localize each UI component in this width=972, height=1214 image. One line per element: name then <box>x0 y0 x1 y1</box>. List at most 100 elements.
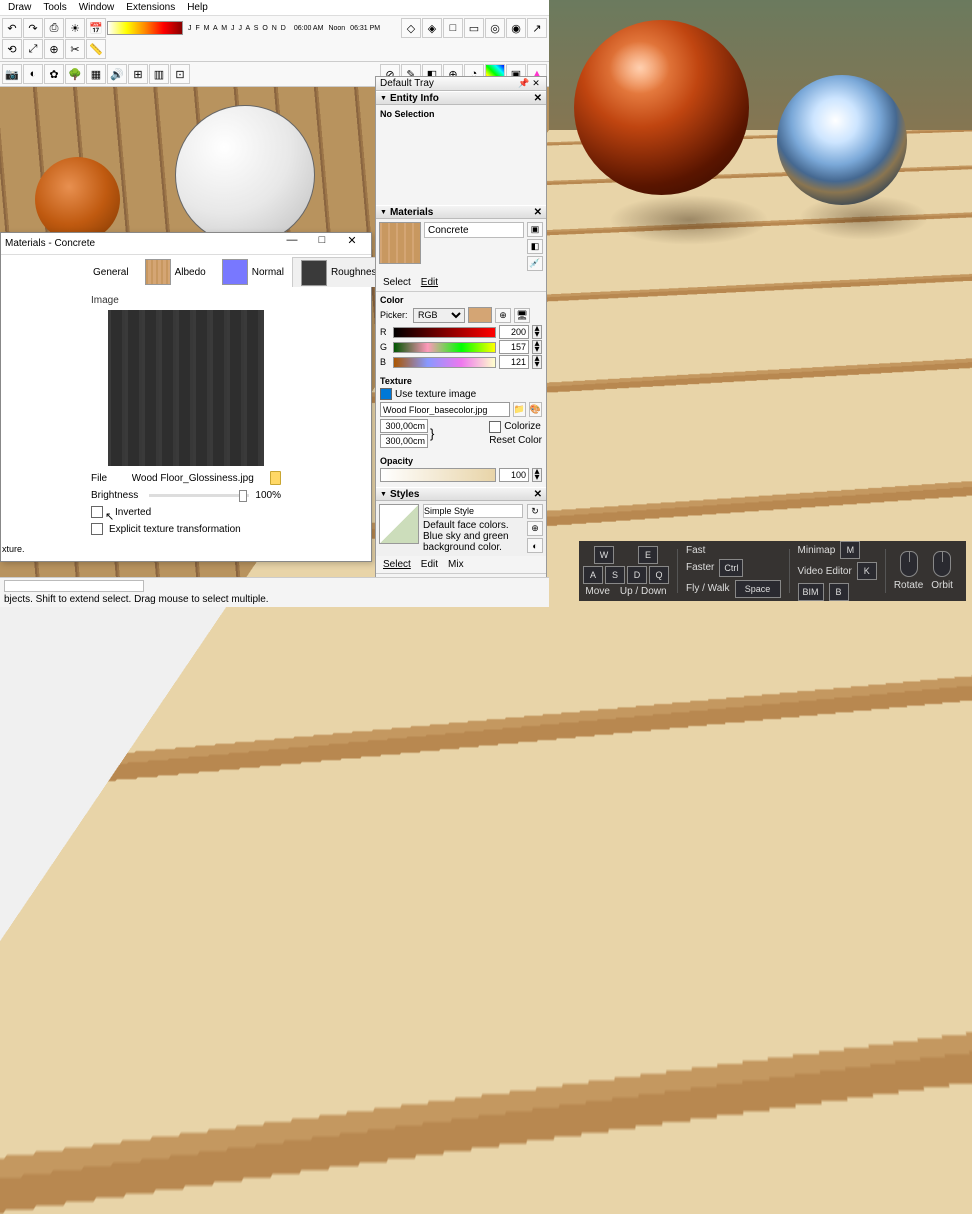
tb2-c-icon[interactable]: ✿ <box>44 64 64 84</box>
material-thumbnail[interactable] <box>379 222 421 264</box>
tool-k-icon[interactable]: ✂ <box>65 39 85 59</box>
explicit-checkbox[interactable] <box>91 523 103 535</box>
opacity-slider[interactable] <box>380 468 496 482</box>
menu-help[interactable]: Help <box>187 2 208 13</box>
key-bim[interactable]: BIM <box>798 583 824 601</box>
colorize-checkbox[interactable] <box>489 421 501 433</box>
tool-h-icon[interactable]: ⟲ <box>2 39 22 59</box>
close-button[interactable]: ✕ <box>337 234 367 254</box>
tb2-d-icon[interactable]: 🌳 <box>65 64 85 84</box>
minimize-button[interactable]: — <box>277 234 307 254</box>
maximize-button[interactable]: □ <box>307 234 337 254</box>
style-thumbnail[interactable] <box>379 504 419 544</box>
tool-b-icon[interactable]: ◈ <box>422 18 442 38</box>
color-wheel-icon[interactable]: ⊕ <box>495 308 511 323</box>
tb2-h-icon[interactable]: ▥ <box>149 64 169 84</box>
tool-sun-icon[interactable]: ☀ <box>65 18 85 38</box>
opacity-input[interactable] <box>499 468 529 482</box>
g-spinner[interactable]: ▴▾ <box>532 340 542 354</box>
key-e[interactable]: E <box>638 546 658 564</box>
key-a[interactable]: A <box>583 566 603 584</box>
menu-draw[interactable]: Draw <box>8 2 31 13</box>
panel-materials[interactable]: ▼Materials✕ <box>376 205 546 219</box>
b-slider[interactable] <box>393 357 496 368</box>
tab-normal[interactable]: Normal <box>214 257 292 287</box>
brightness-slider[interactable] <box>149 494 249 497</box>
tool-f-icon[interactable]: ◉ <box>506 18 526 38</box>
texture-edit-icon[interactable]: 🎨 <box>529 402 542 417</box>
color-swatch[interactable] <box>468 307 492 323</box>
key-m[interactable]: M <box>840 541 860 559</box>
tool-print-icon[interactable]: ⎙ <box>44 18 64 38</box>
style-create-icon[interactable]: ⊕ <box>527 521 543 536</box>
key-b[interactable]: B <box>829 583 849 601</box>
opacity-spinner[interactable]: ▴▾ <box>532 468 542 482</box>
tool-d-icon[interactable]: ▭ <box>464 18 484 38</box>
tb2-b-icon[interactable]: ◐ <box>23 64 43 84</box>
r-spinner[interactable]: ▴▾ <box>532 325 542 339</box>
pin-icon[interactable]: 📌 <box>518 78 530 90</box>
tool-j-icon[interactable]: ⊕ <box>44 39 64 59</box>
tool-g-icon[interactable]: ↗ <box>527 18 547 38</box>
material-name-input[interactable] <box>424 222 524 238</box>
tab-albedo[interactable]: Albedo <box>137 257 214 287</box>
materials-edit-tab[interactable]: Edit <box>418 276 441 289</box>
sphere-white[interactable] <box>175 105 315 245</box>
key-s[interactable]: S <box>605 566 625 584</box>
picker-mode-select[interactable]: RGB <box>413 308 465 323</box>
month-strip[interactable]: J F M A M J J A S O N D <box>184 25 291 32</box>
tb2-i-icon[interactable]: ⊡ <box>170 64 190 84</box>
tab-general[interactable]: General <box>85 257 137 287</box>
key-k[interactable]: K <box>857 562 877 580</box>
panel-styles[interactable]: ▼Styles✕ <box>376 487 546 501</box>
eyedropper-icon[interactable]: 💉 <box>527 256 543 271</box>
sphere-orange[interactable] <box>35 157 120 242</box>
link-dims-icon[interactable]: } <box>430 426 434 441</box>
screen-picker-icon[interactable]: 🖥 <box>514 308 530 323</box>
key-d[interactable]: D <box>627 566 647 584</box>
tool-undo-icon[interactable]: ↶ <box>2 18 22 38</box>
g-slider[interactable] <box>393 342 496 353</box>
measurement-box[interactable] <box>4 580 144 592</box>
render-viewport[interactable]: WE ASDQ MoveUp / Down Fast FasterCtrl Fl… <box>549 0 972 607</box>
tool-e-icon[interactable]: ◎ <box>485 18 505 38</box>
tb2-camera-icon[interactable]: 📷 <box>2 64 22 84</box>
height-input[interactable] <box>380 434 428 448</box>
tool-i-icon[interactable]: ⤢ <box>23 39 43 59</box>
texture-file-input[interactable] <box>380 402 510 417</box>
styles-select-tab[interactable]: Select <box>380 558 414 571</box>
menu-window[interactable]: Window <box>79 2 115 13</box>
create-material-icon[interactable]: ▣ <box>527 222 543 237</box>
use-texture-checkbox[interactable] <box>380 388 392 400</box>
inverted-checkbox[interactable] <box>91 506 103 518</box>
key-w[interactable]: W <box>594 546 614 564</box>
texture-preview[interactable] <box>108 310 264 466</box>
key-ctrl[interactable]: Ctrl <box>719 559 743 577</box>
g-input[interactable] <box>499 340 529 354</box>
reset-color-button[interactable]: Reset Color <box>489 435 542 446</box>
key-q[interactable]: Q <box>649 566 669 584</box>
tb2-grid-icon[interactable]: ▦ <box>86 64 106 84</box>
materials-select-tab[interactable]: Select <box>380 276 414 289</box>
style-name-input[interactable] <box>423 504 523 518</box>
b-input[interactable] <box>499 355 529 369</box>
tool-c-icon[interactable]: □ <box>443 18 463 38</box>
tray-close-icon[interactable]: ✕ <box>530 78 542 90</box>
r-input[interactable] <box>499 325 529 339</box>
tb2-sound-icon[interactable]: 🔊 <box>107 64 127 84</box>
texture-browse-icon[interactable]: 📁 <box>513 402 526 417</box>
styles-edit-tab[interactable]: Edit <box>418 558 441 571</box>
tool-redo-icon[interactable]: ↷ <box>23 18 43 38</box>
time-gradient[interactable] <box>107 21 183 35</box>
style-refresh-icon[interactable]: ↻ <box>527 504 543 519</box>
style-update-icon[interactable]: ◐ <box>527 538 543 553</box>
r-slider[interactable] <box>393 327 496 338</box>
tool-a-icon[interactable]: ◇ <box>401 18 421 38</box>
panel-entity-info[interactable]: ▼Entity Info✕ <box>376 91 546 105</box>
browse-folder-icon[interactable] <box>270 471 281 485</box>
styles-mix-tab[interactable]: Mix <box>445 558 467 571</box>
tool-date-icon[interactable]: 📅 <box>86 18 106 38</box>
set-default-icon[interactable]: ◧ <box>527 239 543 254</box>
file-input[interactable] <box>132 473 264 484</box>
menu-tools[interactable]: Tools <box>43 2 66 13</box>
